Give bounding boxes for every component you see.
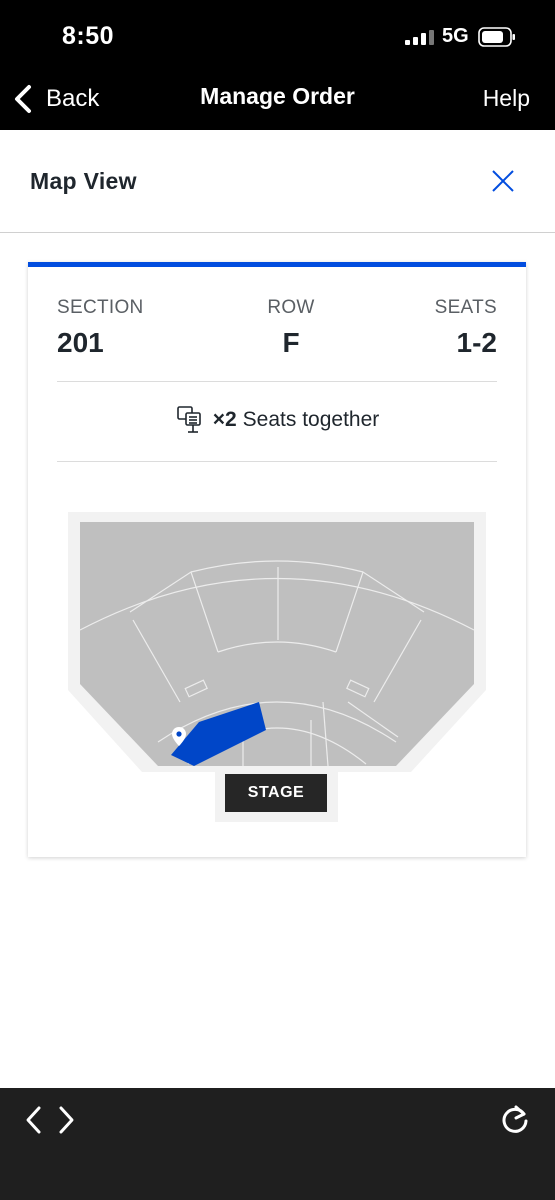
- status-bar: 8:50 5G: [0, 0, 555, 70]
- close-icon[interactable]: [490, 168, 516, 194]
- seats-together: ×2 Seats together: [28, 404, 526, 436]
- divider: [57, 381, 497, 382]
- stage-label: STAGE: [225, 774, 327, 812]
- help-button[interactable]: Help: [483, 85, 530, 112]
- battery-icon: [478, 27, 515, 47]
- browser-forward-icon[interactable]: [54, 1104, 78, 1136]
- row-info: ROW F: [258, 297, 324, 359]
- section-label: SECTION: [57, 297, 144, 318]
- section-info: SECTION 201: [57, 297, 144, 359]
- sheet-title: Map View: [30, 168, 137, 194]
- page-title: Manage Order: [200, 83, 355, 109]
- signal-icon: [405, 30, 434, 45]
- seats-label: SEATS: [434, 297, 497, 318]
- row-label: ROW: [267, 297, 315, 318]
- together-count: ×2: [212, 408, 237, 431]
- browser-back-icon[interactable]: [22, 1104, 46, 1136]
- browser-toolbar: [0, 1088, 555, 1200]
- seats-value: 1-2: [456, 327, 497, 358]
- network-type: 5G: [442, 25, 469, 47]
- sheet-header: Map View: [0, 130, 555, 233]
- section-value: 201: [57, 327, 104, 358]
- reload-icon[interactable]: [498, 1102, 532, 1136]
- card-accent-bar: [28, 262, 526, 267]
- venue-area: [80, 522, 474, 766]
- seats-together-icon: [176, 406, 201, 433]
- together-text: Seats together: [242, 408, 380, 431]
- ticket-card: SECTION 201 ROW F SEATS 1-2 ×2 Seats tog…: [28, 262, 526, 857]
- divider: [57, 461, 497, 462]
- status-time: 8:50: [62, 22, 115, 50]
- nav-bar: Back Manage Order Help: [0, 70, 555, 130]
- row-value: F: [282, 327, 300, 358]
- seats-info: SEATS 1-2: [435, 297, 497, 359]
